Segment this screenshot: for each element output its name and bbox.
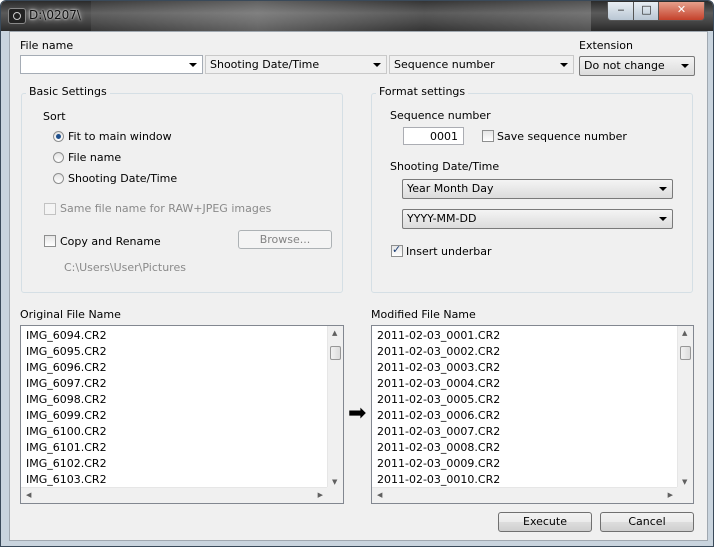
horizontal-scrollbar[interactable]: ◀ ▶	[21, 487, 328, 503]
chevron-down-icon	[659, 187, 667, 191]
file-list-item[interactable]: 2011-02-03_0002.CR2	[377, 344, 500, 360]
scrollbar-corner	[677, 487, 693, 503]
vertical-scrollbar[interactable]: ▲ ▼	[677, 326, 693, 489]
sequence-value: Sequence number	[394, 58, 495, 71]
format-settings-title: Format settings	[376, 85, 469, 98]
file-list-item[interactable]: 2011-02-03_0008.CR2	[377, 440, 500, 456]
scroll-right-icon[interactable]: ▶	[318, 491, 323, 499]
sort-radio-fit-main-window[interactable]	[53, 131, 64, 142]
modified-file-name-label: Modified File Name	[371, 308, 476, 321]
file-list-item[interactable]: IMG_6103.CR2	[26, 472, 107, 488]
arrow-right-icon: ➡	[348, 401, 367, 426]
date-order-combo[interactable]: Year Month Day	[402, 179, 673, 199]
file-list-item[interactable]: 2011-02-03_0006.CR2	[377, 408, 500, 424]
sequence-number-input[interactable]: 0001	[403, 127, 464, 145]
browse-button[interactable]: Browse...	[238, 230, 332, 249]
shooting-date-format-label: Shooting Date/Time	[390, 160, 500, 173]
insert-underbar-checkbox[interactable]: ✓	[391, 243, 403, 257]
horizontal-scrollbar[interactable]: ◀ ▶	[372, 487, 678, 503]
chevron-down-icon	[681, 64, 689, 68]
file-list-item[interactable]: 2011-02-03_0004.CR2	[377, 376, 500, 392]
file-list-item[interactable]: IMG_6094.CR2	[26, 328, 107, 344]
sort-option-label: File name	[68, 151, 122, 164]
sort-label: Sort	[43, 110, 66, 123]
scroll-thumb[interactable]	[330, 346, 341, 360]
original-file-name-label: Original File Name	[20, 308, 121, 321]
sequence-combo[interactable]: Sequence number	[389, 55, 574, 74]
shooting-date-combo[interactable]: Shooting Date/Time	[205, 55, 387, 74]
sequence-number-label: Sequence number	[390, 109, 491, 122]
scroll-left-icon[interactable]: ◀	[377, 491, 382, 499]
title-bar-background	[91, 1, 591, 31]
same-name-raw-jpeg-checkbox[interactable]	[44, 203, 56, 215]
sort-radio-shooting-date[interactable]	[53, 173, 64, 184]
file-name-label: File name	[20, 39, 74, 52]
same-name-raw-jpeg-label: Same file name for RAW+JPEG images	[60, 202, 272, 215]
extension-label: Extension	[579, 39, 634, 52]
insert-underbar-label: Insert underbar	[406, 245, 492, 258]
sort-option-label: Shooting Date/Time	[68, 172, 178, 185]
file-list-item[interactable]: 2011-02-03_0005.CR2	[377, 392, 500, 408]
rename-dialog-window: D:\0207\ ‒ □ ✕ File name Shooting Date/T…	[0, 0, 714, 547]
shooting-date-value: Shooting Date/Time	[210, 58, 320, 71]
window-title: D:\0207\	[29, 8, 81, 22]
extension-combo[interactable]: Do not change	[579, 56, 695, 76]
sort-option-label: Fit to main window	[68, 130, 172, 143]
file-list-item[interactable]: 2011-02-03_0009.CR2	[377, 456, 500, 472]
chevron-down-icon	[373, 63, 381, 67]
scrollbar-corner	[327, 487, 343, 503]
file-list-item[interactable]: IMG_6099.CR2	[26, 408, 107, 424]
dialog-body: File name Shooting Date/Time Sequence nu…	[9, 31, 708, 541]
file-list-item[interactable]: IMG_6101.CR2	[26, 440, 107, 456]
scroll-up-icon[interactable]: ▲	[332, 329, 337, 337]
file-name-combo[interactable]	[20, 55, 203, 74]
vertical-scrollbar[interactable]: ▲ ▼	[327, 326, 343, 489]
file-list-item[interactable]: IMG_6095.CR2	[26, 344, 107, 360]
file-list-item[interactable]: 2011-02-03_0010.CR2	[377, 472, 500, 488]
sequence-number-value: 0001	[430, 130, 458, 143]
file-list-item[interactable]: 2011-02-03_0003.CR2	[377, 360, 500, 376]
file-list-item[interactable]: 2011-02-03_0007.CR2	[377, 424, 500, 440]
copy-rename-label: Copy and Rename	[60, 235, 161, 248]
chevron-down-icon	[659, 217, 667, 221]
checkmark-icon: ✓	[392, 243, 402, 256]
cancel-button[interactable]: Cancel	[600, 512, 694, 532]
date-format-value: YYYY-MM-DD	[407, 212, 477, 225]
chevron-down-icon	[189, 63, 197, 67]
file-list-item[interactable]: IMG_6098.CR2	[26, 392, 107, 408]
file-list-item[interactable]: IMG_6100.CR2	[26, 424, 107, 440]
maximize-button[interactable]: □	[633, 2, 660, 21]
camera-app-icon	[8, 8, 26, 24]
file-list-item[interactable]: 2011-02-03_0001.CR2	[377, 328, 500, 344]
scroll-down-icon[interactable]: ▼	[682, 478, 687, 486]
modified-file-list[interactable]: 2011-02-03_0001.CR2 2011-02-03_0002.CR2 20…	[371, 325, 694, 504]
original-file-list[interactable]: IMG_6094.CR2 IMG_6095.CR2 IMG_6096.CR2 IMG_…	[20, 325, 344, 504]
scroll-right-icon[interactable]: ▶	[668, 491, 673, 499]
modified-file-rows: 2011-02-03_0001.CR2 2011-02-03_0002.CR2 20…	[377, 328, 500, 488]
date-format-combo[interactable]: YYYY-MM-DD	[402, 209, 673, 229]
original-file-rows: IMG_6094.CR2 IMG_6095.CR2 IMG_6096.CR2 IMG_…	[26, 328, 107, 488]
minimize-button[interactable]: ‒	[607, 2, 635, 21]
scroll-down-icon[interactable]: ▼	[332, 478, 337, 486]
extension-value: Do not change	[584, 59, 665, 72]
save-sequence-label: Save sequence number	[497, 130, 627, 143]
destination-path: C:\Users\User\Pictures	[64, 261, 186, 274]
close-button[interactable]: ✕	[658, 2, 705, 21]
copy-rename-checkbox[interactable]	[44, 235, 56, 247]
scroll-up-icon[interactable]: ▲	[682, 329, 687, 337]
scroll-thumb[interactable]	[680, 346, 691, 360]
save-sequence-checkbox[interactable]	[482, 130, 494, 142]
file-list-item[interactable]: IMG_6102.CR2	[26, 456, 107, 472]
sort-radio-file-name[interactable]	[53, 152, 64, 163]
file-list-item[interactable]: IMG_6096.CR2	[26, 360, 107, 376]
execute-button[interactable]: Execute	[498, 512, 592, 532]
title-bar[interactable]: D:\0207\ ‒ □ ✕	[1, 1, 713, 31]
chevron-down-icon	[560, 63, 568, 67]
date-order-value: Year Month Day	[407, 182, 494, 195]
scroll-left-icon[interactable]: ◀	[26, 491, 31, 499]
file-list-item[interactable]: IMG_6097.CR2	[26, 376, 107, 392]
basic-settings-title: Basic Settings	[26, 85, 110, 98]
